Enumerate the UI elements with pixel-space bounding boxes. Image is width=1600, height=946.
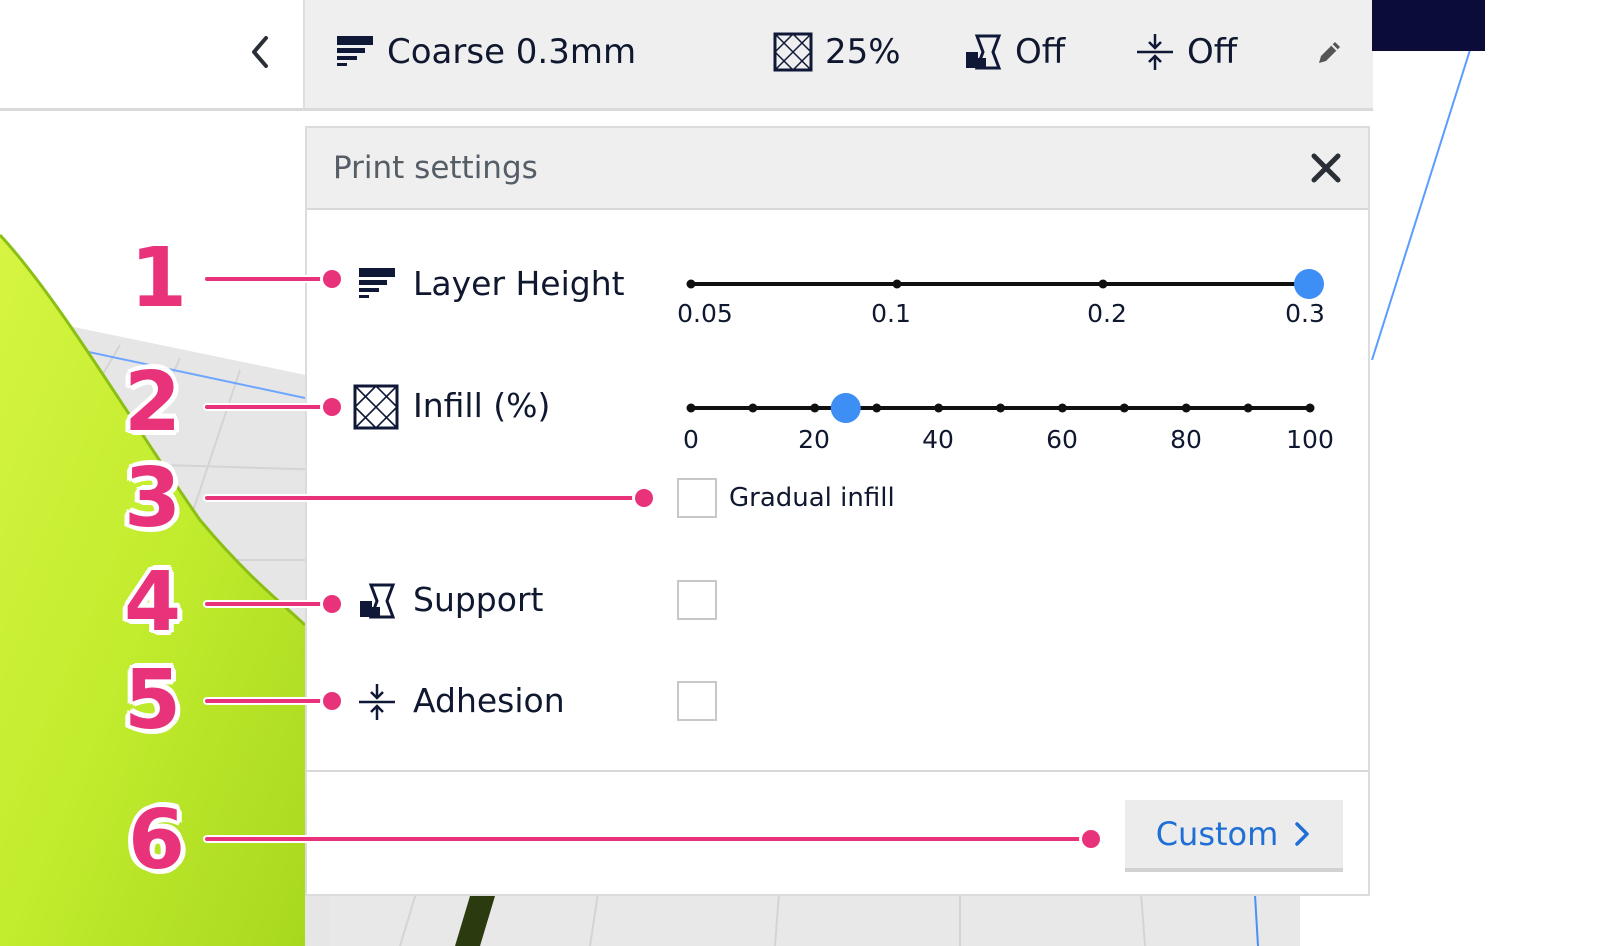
- support-summary[interactable]: Off: [963, 28, 1065, 76]
- infill-icon: [773, 32, 813, 72]
- layer-height-icon: [359, 268, 395, 298]
- infill-summary[interactable]: 25%: [773, 28, 901, 76]
- chevron-left-icon: [252, 36, 268, 68]
- callout-line: [205, 405, 330, 409]
- collapse-button[interactable]: [238, 30, 282, 74]
- callout-line: [205, 837, 1085, 841]
- layer-height-label: Layer Height: [413, 264, 625, 303]
- adhesion-summary[interactable]: Off: [1135, 28, 1237, 76]
- print-setup-bar[interactable]: Coarse 0.3mm 25% Off Off: [303, 0, 1373, 111]
- support-icon: [966, 34, 1002, 70]
- infill-tick-dot: [934, 403, 944, 413]
- right-margin: [1485, 0, 1600, 946]
- infill-tick-dot: [1181, 403, 1191, 413]
- callout-dot: [1082, 830, 1100, 848]
- callout-line: [205, 699, 330, 703]
- tick-label: 80: [1170, 425, 1202, 454]
- panel-title: Print settings: [333, 150, 538, 186]
- callout-dot: [635, 489, 653, 507]
- infill-tick-dot: [1243, 403, 1253, 413]
- close-button[interactable]: [1306, 148, 1346, 188]
- infill-tick-dot: [686, 403, 696, 413]
- tick-label: 0.2: [1087, 299, 1127, 328]
- edit-button[interactable]: [1315, 28, 1345, 76]
- infill-slider-thumb: [830, 393, 861, 423]
- callout-line: [205, 277, 330, 281]
- gradual-infill-label: Gradual infill: [729, 483, 895, 513]
- callout-number: 6: [128, 793, 186, 888]
- infill-tick-dot: [1305, 403, 1315, 413]
- support-icon: [360, 583, 396, 619]
- infill-tick-dot: [1057, 403, 1067, 413]
- adhesion-icon: [1137, 34, 1173, 70]
- adhesion-checkbox[interactable]: [677, 681, 717, 721]
- support-text: Off: [1015, 32, 1066, 72]
- infill-tick-dot: [810, 403, 820, 413]
- tick-label: 40: [922, 425, 954, 454]
- callout-line: [205, 496, 643, 500]
- gradual-infill-checkbox[interactable]: [677, 478, 717, 518]
- tick-label: 60: [1046, 425, 1078, 454]
- infill-label: Infill (%): [413, 386, 551, 425]
- tick-label: 0.3: [1285, 299, 1325, 328]
- infill-slider-track: [686, 393, 1315, 423]
- callout-line: [205, 602, 330, 606]
- header-accent-block: [1372, 0, 1485, 51]
- tick-label: 0.05: [677, 299, 733, 328]
- callout-number: 3: [124, 451, 182, 546]
- infill-text: 25%: [825, 32, 901, 72]
- infill-tick-dot: [1119, 403, 1129, 413]
- layer-height-icon: [337, 36, 373, 66]
- infill-slider[interactable]: 0 20 40 60 80 100: [667, 382, 1357, 462]
- infill-tick-dot: [872, 403, 882, 413]
- adhesion-icon: [359, 684, 395, 720]
- custom-button[interactable]: Custom: [1125, 800, 1343, 872]
- tick-label: 20: [798, 425, 830, 454]
- close-icon: [1311, 153, 1341, 183]
- layer-height-slider[interactable]: 0.05 0.1 0.2 0.3: [667, 258, 1347, 338]
- print-settings-panel: Print settings Layer Height 0.05 0.1 0.2…: [305, 126, 1370, 896]
- tick-label: 0: [683, 425, 699, 454]
- support-checkbox[interactable]: [677, 580, 717, 620]
- callout-number: 1: [130, 231, 188, 326]
- callout-dot: [323, 398, 341, 416]
- pencil-icon: [1319, 42, 1340, 63]
- callout-number: 4: [124, 555, 182, 650]
- callout-dot: [323, 270, 341, 288]
- adhesion-label: Adhesion: [413, 681, 565, 720]
- infill-tick-dot: [996, 403, 1005, 413]
- footer-divider: [307, 770, 1368, 772]
- panel-header: Print settings: [307, 128, 1368, 210]
- tick-label: 0.1: [871, 299, 911, 328]
- callout-number: 5: [124, 653, 182, 748]
- callout-dot: [323, 595, 341, 613]
- callout-number: 2: [124, 355, 182, 450]
- custom-button-label: Custom: [1155, 815, 1279, 853]
- infill-icon: [353, 384, 399, 430]
- tick-label: 100: [1286, 425, 1334, 454]
- infill-tick-dot: [748, 403, 758, 413]
- left-strip: [0, 0, 303, 111]
- support-label: Support: [413, 580, 544, 619]
- chevron-right-icon: [1295, 822, 1310, 846]
- callout-dot: [323, 692, 341, 710]
- profile-summary[interactable]: Coarse 0.3mm: [335, 28, 636, 76]
- layer-height-slider-thumb: [1294, 269, 1324, 299]
- profile-text: Coarse 0.3mm: [387, 32, 637, 72]
- adhesion-text: Off: [1187, 32, 1238, 72]
